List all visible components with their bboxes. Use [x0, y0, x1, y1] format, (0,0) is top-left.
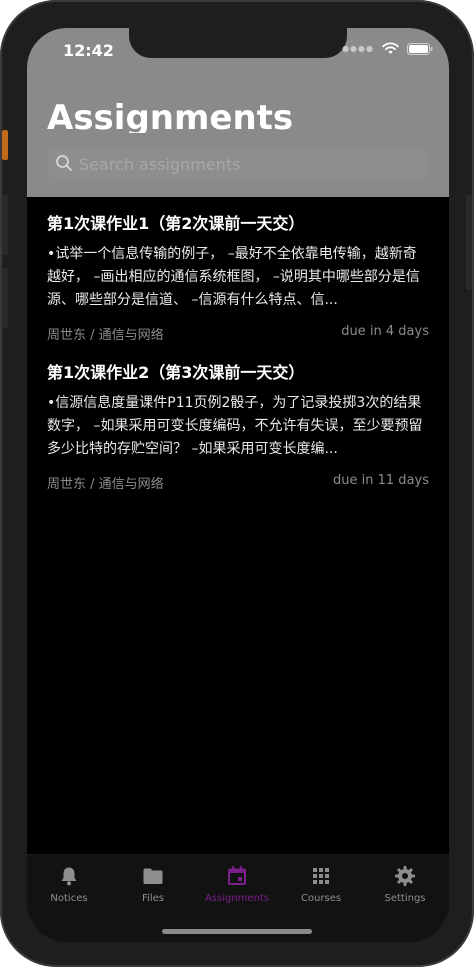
search-input[interactable]: [77, 147, 421, 181]
search-icon: [56, 155, 72, 171]
folder-icon: [143, 868, 163, 884]
assignment-description: •信源信息度量课件P11页例2骰子，为了记录投掷3次的结果数字， –如果采用可变…: [47, 395, 423, 457]
tab-notices[interactable]: Notices: [27, 865, 111, 904]
screen: Assignments 12:42 ●●●●: [27, 28, 449, 942]
tab-assignments[interactable]: Assignments: [195, 865, 279, 904]
tab-label: Files: [142, 893, 164, 904]
assignment-item[interactable]: 第1次课作业1（第2次课前一天交） •试举一个信息传输的例子， –最好不全依靠电…: [47, 213, 429, 343]
wifi-icon: [382, 42, 399, 54]
tab-label: Settings: [384, 893, 426, 904]
home-indicator[interactable]: [162, 929, 312, 934]
assignment-due: due in 4 days: [341, 324, 429, 339]
tab-files[interactable]: Files: [111, 865, 195, 904]
calendar-icon: [228, 866, 246, 885]
assignment-course: 周世东 / 通信与网络: [47, 328, 164, 343]
search-bar[interactable]: [47, 147, 427, 181]
status-time: 12:42: [63, 41, 114, 60]
power-button: [466, 195, 472, 290]
gear-icon: [395, 866, 415, 886]
title-clip: Assignments: [27, 91, 449, 133]
assignment-description: •试举一个信息传输的例子， –最好不全依靠电传输，越新奇越好， –画出相应的通信…: [47, 246, 420, 308]
device-frame: Assignments 12:42 ●●●●: [0, 0, 474, 967]
tab-label: Notices: [50, 893, 88, 904]
battery-icon: [407, 42, 433, 55]
mute-switch: [2, 130, 8, 160]
assignment-title: 第1次课作业1（第2次课前一天交）: [47, 214, 305, 233]
tab-settings[interactable]: Settings: [363, 865, 447, 904]
assignment-item[interactable]: 第1次课作业2（第3次课前一天交） •信源信息度量课件P11页例2骰子，为了记录…: [47, 362, 429, 492]
notch: [129, 28, 347, 58]
assignment-title: 第1次课作业2（第3次课前一天交）: [47, 363, 305, 382]
volume-down-button: [2, 268, 8, 328]
tab-courses[interactable]: Courses: [279, 865, 363, 904]
assignment-course: 周世东 / 通信与网络: [47, 477, 164, 492]
page-title: Assignments: [47, 101, 294, 133]
status-indicators: ●●●●: [342, 42, 433, 55]
grid-icon: [313, 868, 329, 884]
bell-icon: [61, 867, 77, 886]
tab-label: Courses: [300, 893, 342, 904]
assignment-due: due in 11 days: [333, 473, 429, 488]
signal-dots-icon: ●●●●: [342, 44, 374, 53]
tab-label: Assignments: [204, 893, 270, 904]
volume-up-button: [2, 195, 8, 255]
assignment-meta: 周世东 / 通信与网络 due in 4 days: [47, 324, 429, 343]
assignment-meta: 周世东 / 通信与网络 due in 11 days: [47, 473, 429, 492]
